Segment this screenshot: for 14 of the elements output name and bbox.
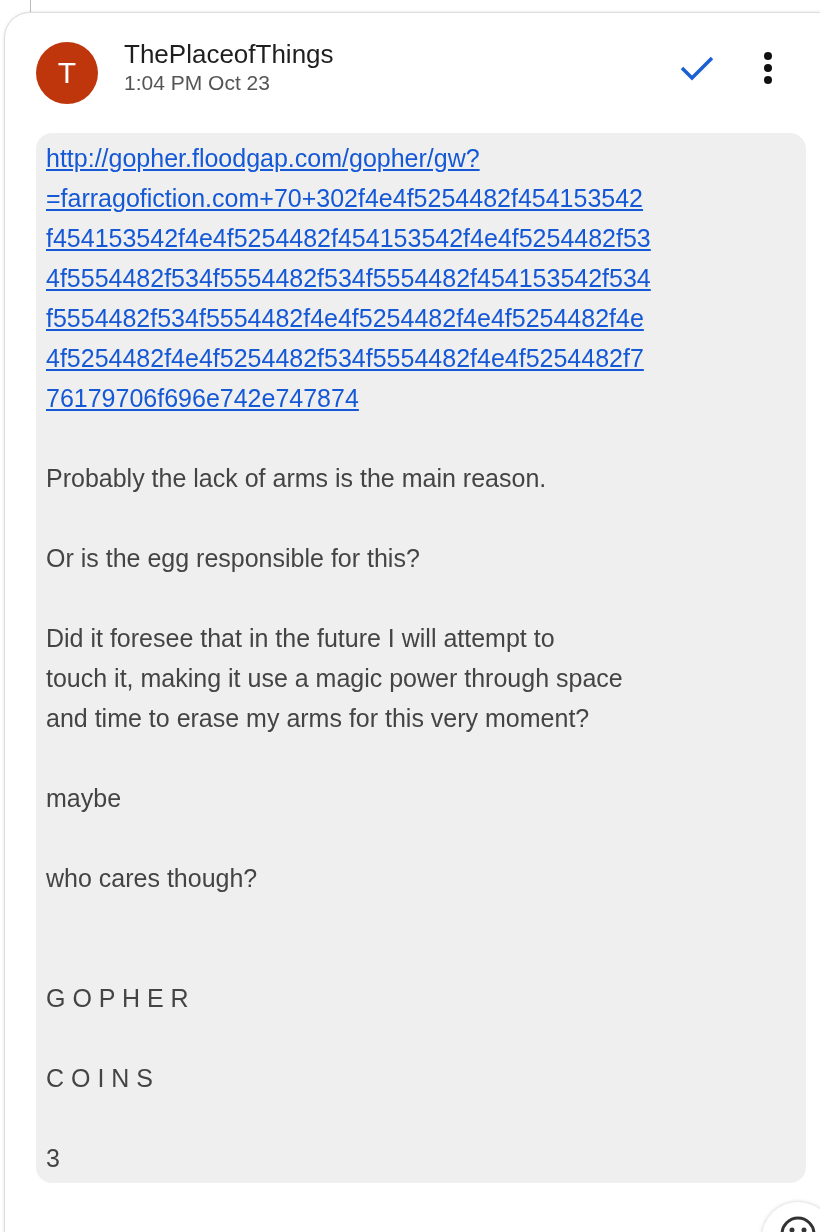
signature-text: G O P H E R: [46, 983, 190, 1014]
link[interactable]: http://gopher.floodgap.com/gopher/gw? =farragofiction.com+70+302f4e4f5254482f454153542 f454153542f4e4f5254482f454153542f4e4f5254482f53 4f5554482f534f5554482f534f5554482f454153542f534 f5554482f534f5554482f4e4f5254482f4e4f5254482f4e 4f5254482f4e4f5254482f534f5554482f4e4f5254482f7 76179706f696e742e747874: [46, 138, 651, 418]
message-text: Did it foresee that in the future I will attempt to touch it, making it use a magic power through space and time to erase my arms for this very moment?: [46, 623, 624, 734]
author-name: ThePlaceofThings: [124, 38, 335, 70]
message-text: maybe: [46, 783, 123, 814]
message-text: who cares though?: [46, 863, 259, 894]
message-text: Probably the lack of arms is the main reason.: [46, 463, 548, 494]
avatar: T: [36, 42, 98, 104]
signature-text: 3: [46, 1143, 61, 1174]
timestamp: 1:04 PM Oct 23: [124, 70, 271, 96]
signature-text: C O I N S: [46, 1063, 154, 1094]
checkmark-icon[interactable]: [679, 54, 715, 82]
more-options-icon[interactable]: [763, 51, 773, 85]
message-text: Or is the egg responsible for this?: [46, 543, 421, 574]
